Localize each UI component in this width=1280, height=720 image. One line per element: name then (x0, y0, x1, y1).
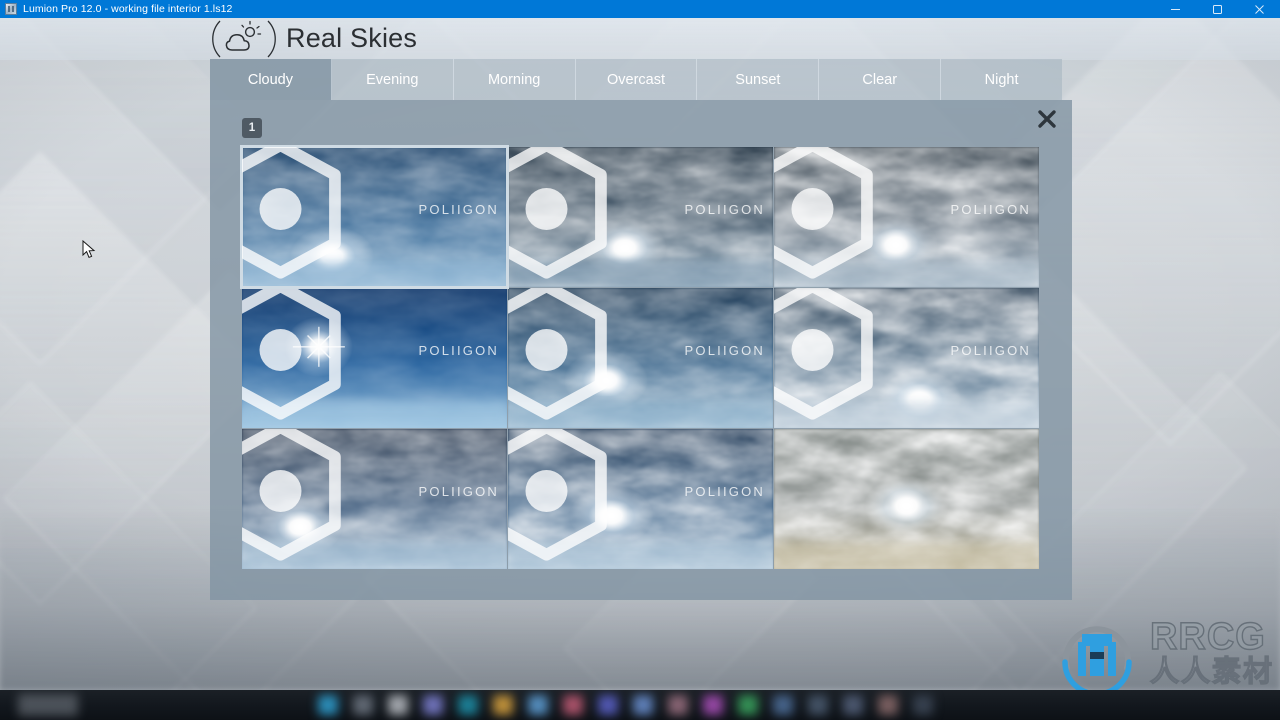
taskbar-app-icon[interactable] (843, 695, 863, 715)
tab-label: Evening (366, 71, 419, 88)
tab-night[interactable]: Night (941, 59, 1063, 100)
tab-label: Morning (487, 71, 541, 88)
tab-label: Clear (862, 71, 898, 88)
tab-morning[interactable]: Morning (453, 59, 576, 100)
sky-thumbnail-grid: POLIIGON POLIIGON POLIIGON POLIIGON POLIIGON… (240, 145, 1040, 569)
sky-thumbnail[interactable]: POLIIGON (508, 147, 773, 287)
tab-label: Sunset (735, 71, 781, 88)
restore-icon[interactable] (1196, 0, 1238, 18)
tab-sunset[interactable]: Sunset (697, 59, 820, 100)
sky-thumbnail[interactable]: POLIIGON (774, 147, 1039, 287)
page-title: Real Skies (286, 22, 418, 53)
minimize-icon[interactable] (1154, 0, 1196, 18)
taskbar-app-icon[interactable] (388, 695, 408, 715)
taskbar-app-icon[interactable] (703, 695, 723, 715)
start-button[interactable] (18, 694, 78, 716)
taskbar-app-icon[interactable] (423, 695, 443, 715)
real-skies-panel: 1 POLIIGON POLIIGON POLIIGON POLIIGON POLIIG… (210, 100, 1072, 600)
panel-close-icon[interactable] (1032, 104, 1062, 134)
taskbar-app-icon[interactable] (493, 695, 513, 715)
taskbar-app-icon[interactable] (458, 695, 478, 715)
sky-thumbnail[interactable]: POLIIGON (240, 145, 509, 289)
tab-label: Overcast (607, 71, 666, 88)
sun-cloud-icon (212, 19, 276, 59)
taskbar-app-icon[interactable] (773, 695, 793, 715)
sky-thumbnail[interactable]: POLIIGON (774, 288, 1039, 428)
tab-label: Cloudy (247, 71, 293, 88)
taskbar-app-icon[interactable] (353, 695, 373, 715)
lumion-application-window: Lumion Pro 12.0 - working file interior … (0, 0, 1280, 720)
window-titlebar[interactable]: Lumion Pro 12.0 - working file interior … (0, 0, 1280, 18)
taskbar-app-icon[interactable] (668, 695, 688, 715)
taskbar-app-icon[interactable] (528, 695, 548, 715)
taskbar-icons (0, 690, 1280, 720)
taskbar-app-icon[interactable] (913, 695, 933, 715)
sky-thumbnail[interactable]: POLIIGON (242, 429, 507, 569)
close-icon[interactable] (1238, 0, 1280, 18)
windows-taskbar[interactable] (0, 690, 1280, 720)
taskbar-app-icon[interactable] (318, 695, 338, 715)
page-number-badge[interactable]: 1 (242, 118, 262, 138)
taskbar-app-icon[interactable] (598, 695, 618, 715)
tab-overcast[interactable]: Overcast (575, 59, 698, 100)
taskbar-app-icon[interactable] (633, 695, 653, 715)
sky-thumbnail[interactable] (774, 429, 1039, 569)
tab-cloudy[interactable]: Cloudy (210, 59, 332, 100)
real-skies-header: Real Skies (0, 18, 1280, 60)
sky-thumbnail[interactable]: POLIIGON (242, 288, 507, 428)
window-title: Lumion Pro 12.0 - working file interior … (23, 3, 233, 15)
panel-toolbar: 1 (210, 100, 1072, 145)
taskbar-app-icon[interactable] (808, 695, 828, 715)
sky-thumbnail[interactable]: POLIIGON (508, 429, 773, 569)
tab-label: Night (984, 71, 1019, 88)
tab-clear[interactable]: Clear (819, 59, 942, 100)
lumion-icon (5, 3, 17, 15)
taskbar-app-icon[interactable] (563, 695, 583, 715)
taskbar-app-icon[interactable] (878, 695, 898, 715)
sky-category-tabs: Cloudy Evening Morning Overcast Sunset Clear N… (210, 59, 1063, 100)
tab-evening[interactable]: Evening (331, 59, 454, 100)
taskbar-app-icon[interactable] (738, 695, 758, 715)
sky-thumbnail[interactable]: POLIIGON (508, 288, 773, 428)
